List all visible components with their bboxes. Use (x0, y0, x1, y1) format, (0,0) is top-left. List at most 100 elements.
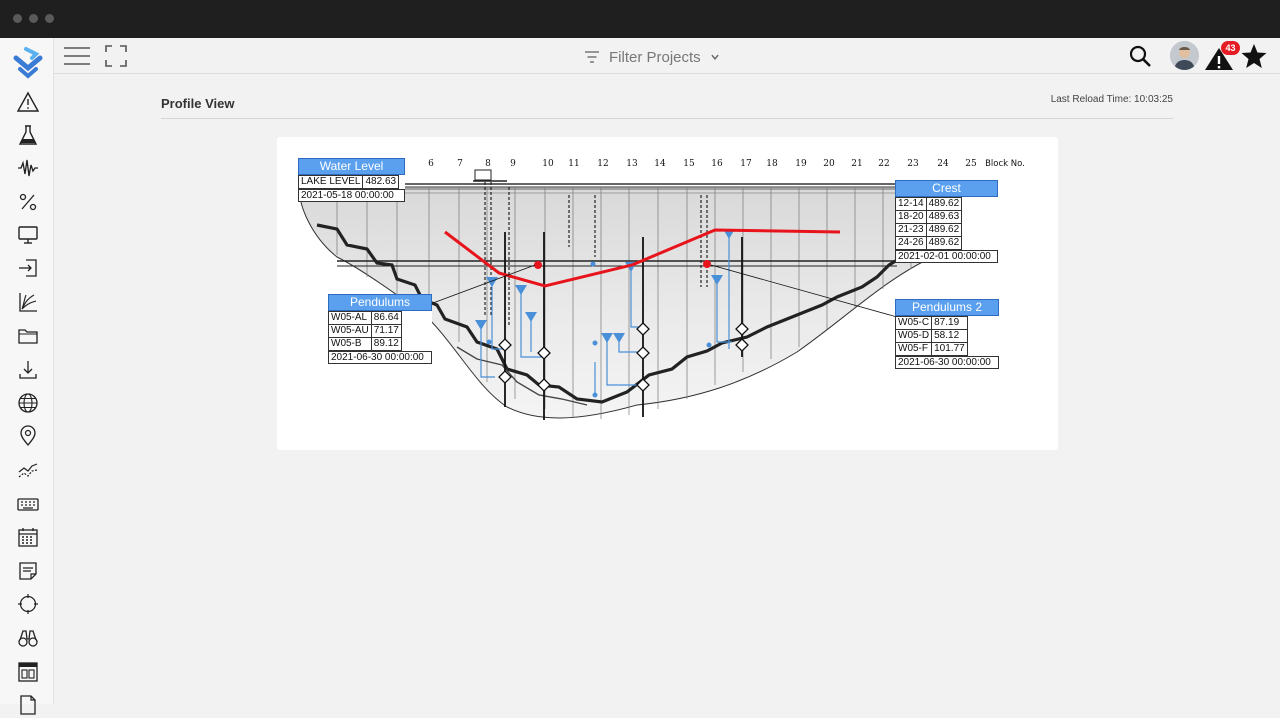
pendulums-row-value: 71.17 (370, 324, 402, 338)
sidebar-item-target[interactable] (15, 591, 41, 617)
calendar-icon (18, 528, 38, 547)
block-number-label: 18 (766, 159, 778, 169)
intake-structure (474, 169, 492, 181)
window-dot-1[interactable] (13, 14, 22, 23)
percent-icon (19, 193, 37, 211)
top-bar: Filter Projects 43 (54, 38, 1280, 74)
sidebar-item-location[interactable] (15, 423, 41, 449)
filter-projects-dropdown[interactable]: Filter Projects (584, 46, 720, 68)
block-number-label: 8 (485, 159, 491, 169)
block-number-label: 16 (711, 159, 723, 169)
window-dot-3[interactable] (45, 14, 54, 23)
block-number-label: 22 (878, 159, 889, 169)
window-titlebar (0, 0, 1280, 38)
deflection-point-right (703, 260, 711, 268)
sidebar-item-keyboard[interactable] (15, 491, 41, 517)
filter-projects-label: Filter Projects (609, 48, 701, 66)
sidebar-item-notes[interactable] (15, 558, 41, 584)
flask-icon (18, 125, 38, 145)
sidebar-item-layout[interactable] (15, 659, 41, 685)
water-level-timestamp: 2021-05-18 00:00:00 (298, 189, 405, 202)
crosshair-icon (18, 594, 38, 614)
profile-view-card: 6 7 8 9 10 11 12 13 14 15 16 17 18 19 20… (277, 137, 1058, 450)
alerts-button[interactable]: 43 (1204, 41, 1240, 72)
pendulums-panel: Pendulums W05-AL 86.64 W05-AU 71.17 W05-B 8… (328, 294, 432, 364)
pendulums-title[interactable]: Pendulums (328, 294, 432, 311)
seismic-wave-icon (18, 159, 38, 177)
sidebar-item-trends[interactable] (15, 458, 41, 484)
favorites-star-icon[interactable] (1240, 42, 1268, 70)
sidebar-item-alerts[interactable] (15, 89, 41, 115)
sidebar-item-import[interactable] (15, 255, 41, 281)
pendulums-row: W05-B 89.12 (328, 337, 402, 351)
pendulums-table: W05-AL 86.64 W05-AU 71.17 W05-B 89.12 (328, 311, 402, 351)
alert-count-badge: 43 (1221, 41, 1240, 55)
block-number-label: 12 (597, 159, 608, 169)
pendulums2-title[interactable]: Pendulums 2 (895, 299, 999, 316)
crest-row-value: 489.62 (925, 223, 963, 237)
sidebar-item-download[interactable] (15, 357, 41, 383)
block-number-label: 19 (795, 159, 807, 169)
folder-icon (18, 329, 38, 344)
sidebar-item-globe[interactable] (15, 390, 41, 416)
block-number-label: 6 (428, 159, 434, 169)
user-avatar[interactable] (1170, 41, 1199, 70)
pendulums2-row-value: 101.77 (931, 342, 968, 356)
pendulums2-table: W05-C 87.19 W05-D 58.12 W05-F 101.77 (894, 316, 968, 356)
pendulums-row-label: W05-AU (328, 324, 372, 338)
water-level-value: 482.63 (362, 175, 400, 189)
crest-panel: Crest 12-14 489.62 18-20 489.63 21-23 489.6… (895, 180, 998, 263)
chevron-down-icon (711, 54, 719, 60)
pendulums2-row-value: 58.12 (931, 329, 968, 343)
pendulums2-row-label: W05-F (894, 342, 933, 356)
note-icon (19, 562, 37, 580)
sidebar-item-calendar[interactable] (15, 524, 41, 550)
crest-row: 12-14 489.62 (895, 197, 963, 211)
fullscreen-icon[interactable] (104, 44, 128, 68)
pendulums2-row-label: W05-D (894, 329, 933, 343)
block-number-labels: 6 7 8 9 10 11 12 13 14 15 16 17 18 19 20… (428, 159, 1025, 169)
crest-row-label: 18-20 (895, 210, 927, 224)
pendulums-row: W05-AL 86.64 (328, 311, 402, 325)
sidebar-item-observe[interactable] (15, 625, 41, 651)
hamburger-menu-icon[interactable] (63, 44, 91, 68)
pendulums-timestamp: 2021-06-30 00:00:00 (328, 351, 432, 364)
block-number-label: 11 (568, 159, 579, 169)
crest-title[interactable]: Crest (895, 180, 998, 197)
growth-chart-icon (19, 293, 37, 312)
sidebar-item-growth[interactable] (15, 289, 41, 315)
user-avatar-icon (1170, 41, 1199, 70)
crest-row-label: 24-26 (895, 236, 927, 250)
sidebar-item-folder[interactable] (15, 323, 41, 349)
block-number-label: 25 (965, 159, 977, 169)
location-pin-icon (20, 425, 36, 447)
water-level-panel: Water Level LAKE LEVEL 482.63 2021-05-18… (297, 158, 405, 202)
pendulums-row: W05-AU 71.17 (328, 324, 402, 338)
globe-icon (18, 393, 38, 413)
water-level-table: LAKE LEVEL 482.63 (297, 175, 400, 189)
sidebar-item-seismic[interactable] (15, 155, 41, 181)
keyboard-icon (17, 498, 39, 511)
block-number-label: 7 (457, 159, 463, 169)
block-number-label: 10 (542, 159, 554, 169)
sidebar-item-lab[interactable] (15, 122, 41, 148)
window-dot-2[interactable] (29, 14, 38, 23)
sidebar (0, 38, 54, 715)
crest-row-value: 489.62 (925, 197, 963, 211)
pendulums-row-label: W05-B (328, 337, 372, 351)
app-logo-icon[interactable] (10, 44, 46, 80)
sidebar-item-monitor[interactable] (15, 222, 41, 248)
pendulums2-row: W05-D 58.12 (894, 329, 968, 343)
search-icon[interactable] (1128, 44, 1152, 68)
crest-row: 18-20 489.63 (895, 210, 963, 224)
water-level-title[interactable]: Water Level (298, 158, 405, 175)
sidebar-item-percent[interactable] (15, 189, 41, 215)
pendulums-row-value: 89.12 (370, 337, 402, 351)
sidebar-item-document[interactable] (15, 692, 41, 718)
crest-row-label: 12-14 (895, 197, 927, 211)
pendulums2-row-label: W05-C (894, 316, 933, 330)
block-number-label: 17 (740, 159, 752, 169)
pendulums-row-value: 86.64 (370, 311, 402, 325)
block-number-label: 9 (510, 159, 516, 169)
block-number-label: 14 (654, 159, 666, 169)
